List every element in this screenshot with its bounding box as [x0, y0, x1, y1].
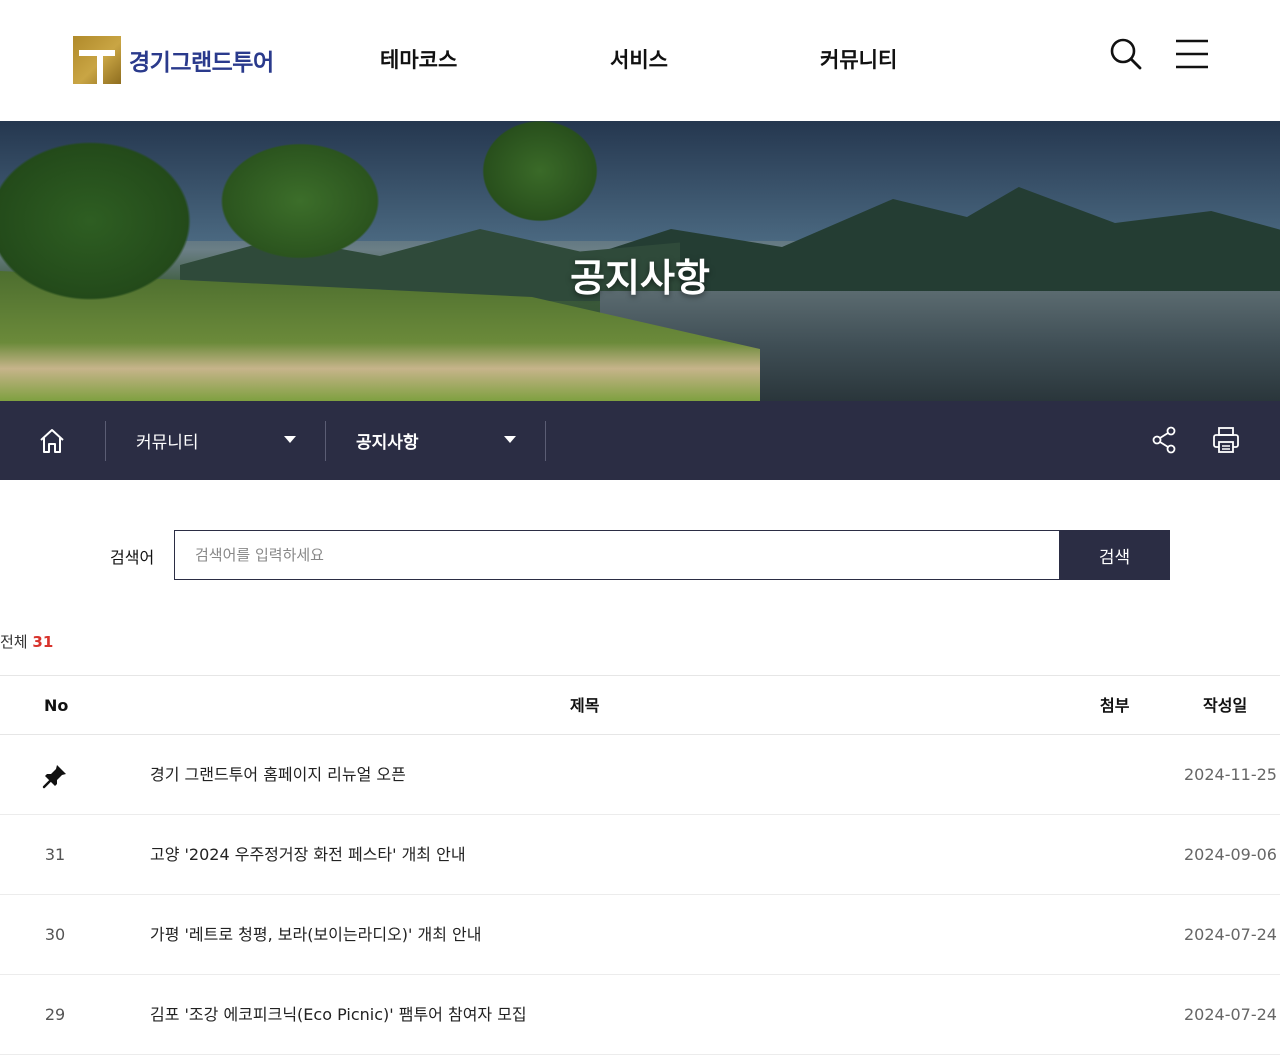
- pin-icon: [42, 765, 66, 789]
- total-count: 전체 31: [0, 631, 53, 652]
- table-row[interactable]: 경기 그랜드투어 홈페이지 리뉴얼 오픈 2024-11-25: [0, 735, 1280, 815]
- search-button[interactable]: 검색: [1059, 530, 1170, 580]
- logo-mark-icon: [73, 36, 121, 84]
- divider: [325, 421, 326, 461]
- column-header-no: No: [44, 696, 69, 715]
- hero-banner: 공지사항: [0, 121, 1280, 401]
- column-header-title: 제목: [570, 696, 600, 715]
- column-header-attachment: 첨부: [1100, 696, 1130, 715]
- divider: [545, 421, 546, 461]
- row-number: 31: [44, 845, 66, 864]
- page-title: 공지사항: [570, 256, 710, 300]
- nav-item-theme-course[interactable]: 테마코스: [380, 44, 457, 74]
- row-date: 2024-07-24: [1184, 1005, 1277, 1024]
- breadcrumb-depth2-select[interactable]: 공지사항: [356, 401, 546, 480]
- table-header: No 제목 첨부 작성일: [0, 675, 1280, 735]
- print-icon[interactable]: [1211, 425, 1241, 455]
- nav-item-community[interactable]: 커뮤니티: [820, 44, 897, 74]
- nav-item-service[interactable]: 서비스: [610, 44, 668, 74]
- hamburger-menu-icon[interactable]: [1175, 38, 1209, 72]
- chevron-down-icon: [504, 436, 516, 443]
- share-icon[interactable]: [1151, 426, 1177, 454]
- row-title-link[interactable]: 경기 그랜드투어 홈페이지 리뉴얼 오픈: [150, 735, 406, 815]
- site-logo[interactable]: 경기그랜드투어: [73, 36, 274, 84]
- search-input[interactable]: [174, 530, 1060, 580]
- row-date: 2024-07-24: [1184, 925, 1277, 944]
- table-row[interactable]: 31 고양 '2024 우주정거장 화전 페스타' 개최 안내 2024-09-…: [0, 815, 1280, 895]
- breadcrumb-depth1-label: 커뮤니티: [136, 433, 199, 453]
- column-header-date: 작성일: [1203, 696, 1248, 715]
- row-title-link[interactable]: 가평 '레트로 청평, 보라(보이는라디오)' 개최 안내: [150, 895, 481, 975]
- location-bar: 커뮤니티 공지사항: [0, 401, 1280, 480]
- search-label: 검색어: [110, 548, 155, 567]
- row-title-link[interactable]: 고양 '2024 우주정거장 화전 페스타' 개최 안내: [150, 815, 466, 895]
- chevron-down-icon: [284, 436, 296, 443]
- table-row[interactable]: 30 가평 '레트로 청평, 보라(보이는라디오)' 개최 안내 2024-07…: [0, 895, 1280, 975]
- notice-table: No 제목 첨부 작성일 경기 그랜드투어 홈페이지 리뉴얼 오픈 2024-1…: [0, 675, 1280, 1055]
- total-count-value: 31: [32, 633, 54, 651]
- row-date: 2024-09-06: [1184, 845, 1277, 864]
- row-number: 30: [44, 925, 66, 944]
- site-header: 경기그랜드투어 테마코스 서비스 커뮤니티: [0, 0, 1280, 121]
- total-label: 전체: [0, 633, 28, 651]
- home-icon[interactable]: [38, 427, 66, 455]
- table-row[interactable]: 29 김포 '조강 에코피크닉(Eco Picnic)' 팸투어 참여자 모집 …: [0, 975, 1280, 1055]
- divider: [105, 421, 106, 461]
- breadcrumb-depth2-label: 공지사항: [356, 433, 419, 453]
- row-number: 29: [44, 1005, 66, 1024]
- logo-text: 경기그랜드투어: [129, 50, 274, 76]
- row-date: 2024-11-25: [1184, 765, 1277, 784]
- search-icon[interactable]: [1109, 37, 1143, 71]
- breadcrumb-depth1-select[interactable]: 커뮤니티: [136, 401, 326, 480]
- row-title-link[interactable]: 김포 '조강 에코피크닉(Eco Picnic)' 팸투어 참여자 모집: [150, 975, 527, 1055]
